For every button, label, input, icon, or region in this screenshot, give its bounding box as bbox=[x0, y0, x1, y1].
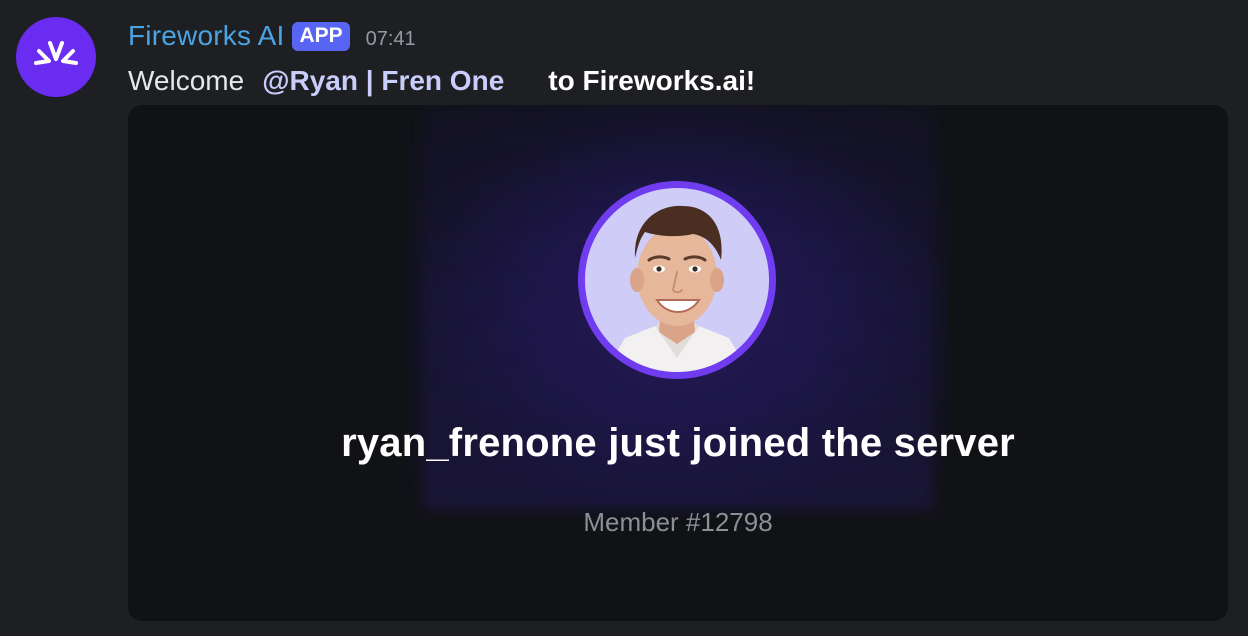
message-timestamp[interactable]: 07:41 bbox=[366, 28, 416, 51]
welcome-suffix-text: to Fireworks.ai! bbox=[548, 65, 756, 96]
fireworks-logo-icon bbox=[34, 41, 78, 65]
message-header: Fireworks AI APP 07:41 bbox=[128, 18, 416, 54]
app-badge: APP bbox=[292, 21, 350, 51]
user-profile-photo bbox=[585, 188, 769, 372]
welcome-embed-card[interactable]: ryan_frenone just joined the server Memb… bbox=[128, 105, 1228, 621]
bot-avatar[interactable] bbox=[16, 17, 96, 97]
chat-message: Fireworks AI APP 07:41 Welcome @Ryan | F… bbox=[0, 0, 1248, 636]
author-name[interactable]: Fireworks AI bbox=[128, 20, 284, 52]
person-portrait-icon bbox=[585, 188, 769, 372]
message-content: Welcome @Ryan | Fren One to Fireworks.ai… bbox=[128, 60, 755, 102]
joined-headline: ryan_frenone just joined the server bbox=[341, 421, 1015, 465]
member-number: Member #12798 bbox=[583, 507, 773, 537]
user-mention[interactable]: @Ryan | Fren One bbox=[262, 65, 504, 97]
welcome-text: Welcome bbox=[128, 65, 245, 96]
